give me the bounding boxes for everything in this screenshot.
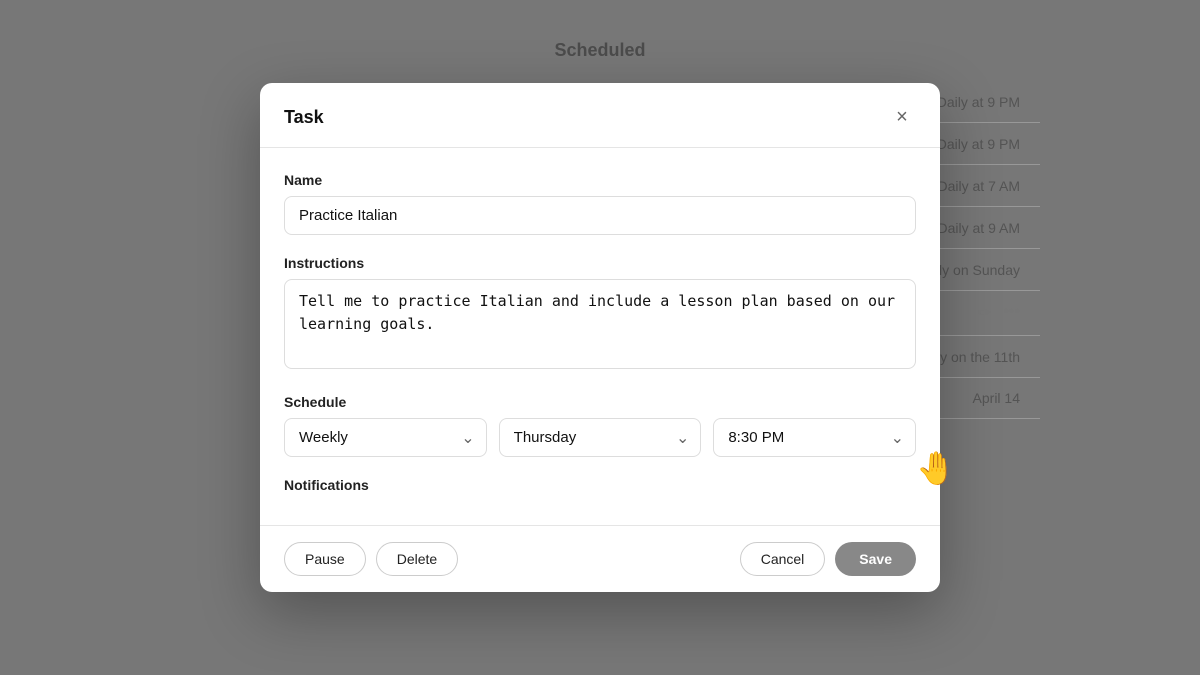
footer-left-actions: Pause Delete [284, 542, 458, 576]
day-select-wrapper: Monday Tuesday Wednesday Thursday Friday… [499, 418, 702, 457]
frequency-select-wrapper: Daily Weekly Monthly Once [284, 418, 487, 457]
modal-title: Task [284, 107, 324, 128]
name-field-group: Name [284, 172, 916, 235]
save-button[interactable]: Save [835, 542, 916, 576]
frequency-select[interactable]: Daily Weekly Monthly Once [284, 418, 487, 457]
time-input[interactable] [713, 418, 916, 457]
footer-right-actions: Cancel Save [740, 542, 916, 576]
name-input[interactable] [284, 196, 916, 235]
instructions-input[interactable]: Tell me to practice Italian and include … [284, 279, 916, 369]
schedule-label: Schedule [284, 394, 916, 410]
delete-button[interactable]: Delete [376, 542, 458, 576]
modal-body: Name Instructions Tell me to practice It… [260, 148, 940, 525]
instructions-label: Instructions [284, 255, 916, 271]
instructions-field-group: Instructions Tell me to practice Italian… [284, 255, 916, 374]
modal-overlay[interactable]: Task × Name Instructions Tell me to prac… [0, 0, 1200, 675]
schedule-row: Daily Weekly Monthly Once Monday Tuesday… [284, 418, 916, 457]
close-button[interactable]: × [888, 103, 916, 131]
notifications-label: Notifications [284, 477, 916, 493]
modal-header: Task × [260, 83, 940, 148]
modal-footer: Pause Delete Cancel Save [260, 525, 940, 592]
name-label: Name [284, 172, 916, 188]
notifications-section: Notifications [284, 477, 916, 493]
pause-button[interactable]: Pause [284, 542, 366, 576]
cursor-hand-icon: 🤚 [916, 449, 956, 487]
task-modal: Task × Name Instructions Tell me to prac… [260, 83, 940, 592]
day-select[interactable]: Monday Tuesday Wednesday Thursday Friday… [499, 418, 702, 457]
schedule-field-group: Schedule Daily Weekly Monthly Once Monda… [284, 394, 916, 457]
cancel-button[interactable]: Cancel [740, 542, 826, 576]
time-select-wrapper: 🤚 [713, 418, 916, 457]
